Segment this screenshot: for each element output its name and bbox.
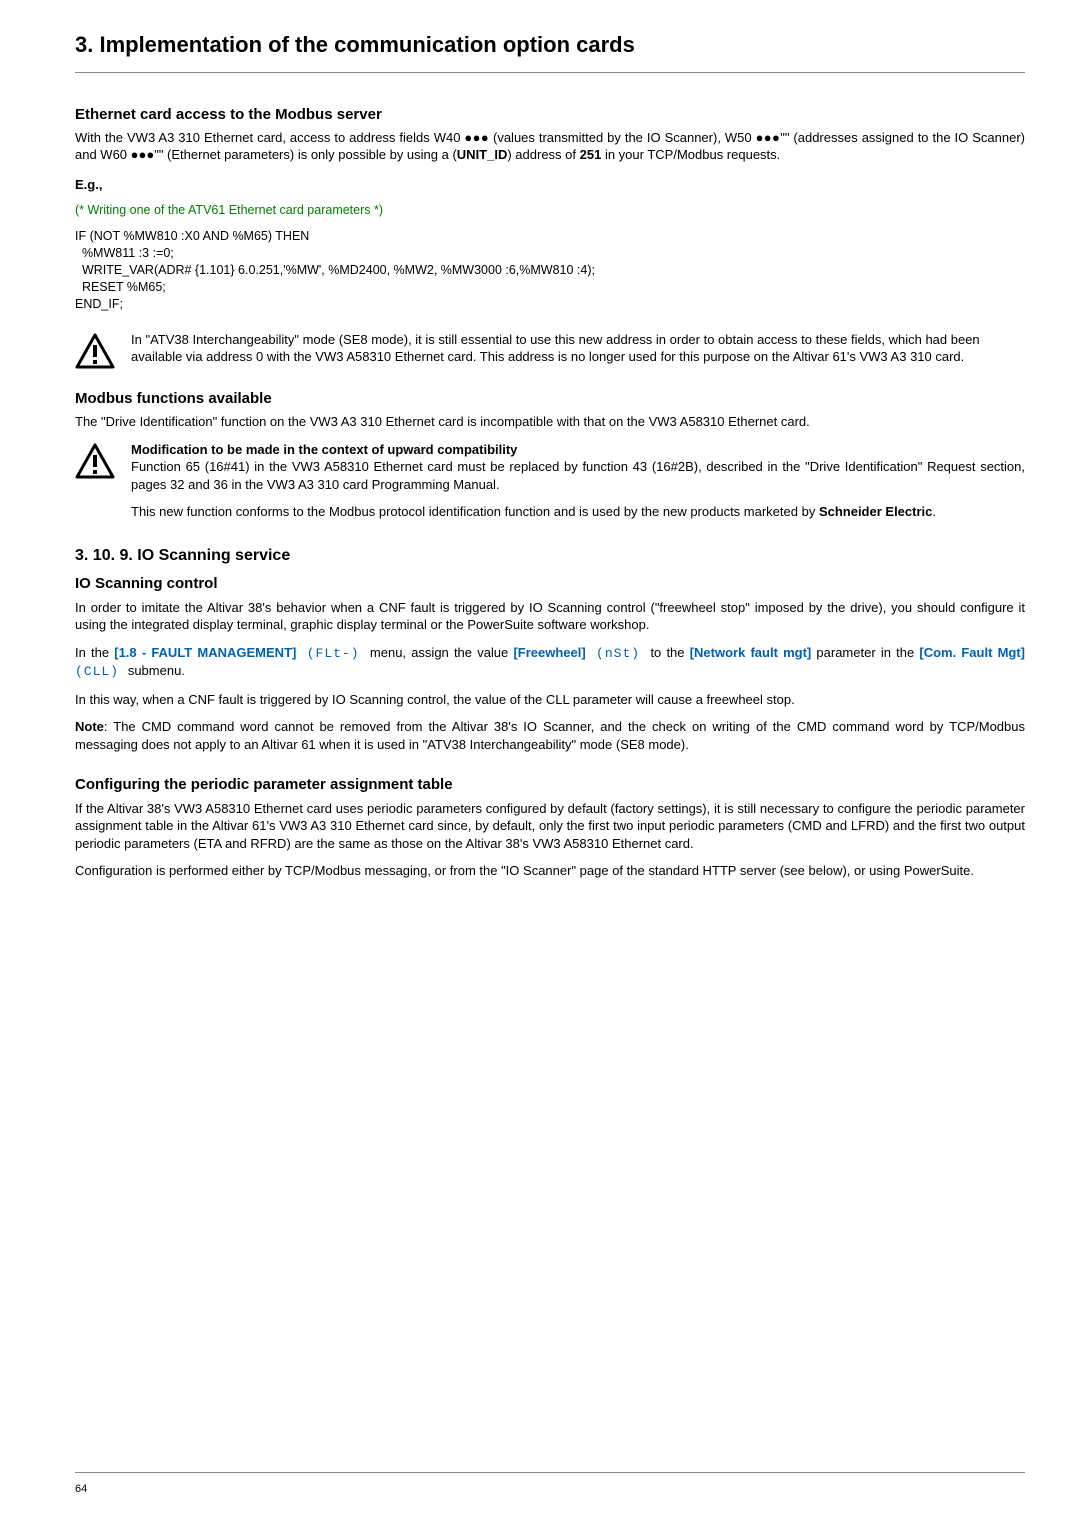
text-fragment: in your TCP/Modbus requests. [601,147,780,162]
code-block: IF (NOT %MW810 :X0 AND %M65) THEN %MW811… [75,228,1025,312]
warning-block-1: In "ATV38 Interchangeability" mode (SE8 … [75,331,1025,369]
text-fragment: ) [351,646,370,661]
brand-name: Schneider Electric [819,504,932,519]
menu-fault-management: [1.8 - FAULT MANAGEMENT] [114,645,296,660]
warning-block-2: Modification to be made in the context o… [75,441,1025,521]
page-number: 64 [75,1482,87,1497]
text-fragment: menu, assign the value [370,645,514,660]
heading-modbus-functions: Modbus functions available [75,389,1025,409]
text-fragment: ( [586,646,605,661]
menu-network-fault: [Network fault mgt] [690,645,812,660]
segment-code-flt: FLt- [316,646,351,661]
warning-subheading: Modification to be made in the context o… [131,442,517,457]
io-scan-note: Note: The CMD command word cannot be rem… [75,718,1025,753]
footer-divider [75,1472,1025,1473]
warning-icon [75,443,115,479]
text-fragment: submenu. [128,663,185,678]
warning-text-2: Modification to be made in the context o… [131,441,1025,521]
text-fragment: In the [75,645,114,660]
segment-code-nst: nSt [605,646,631,661]
ethernet-access-paragraph: With the VW3 A3 310 Ethernet card, acces… [75,129,1025,164]
heading-ethernet-access: Ethernet card access to the Modbus serve… [75,105,1025,125]
text-fragment: to the [650,645,689,660]
heading-io-scanning-control: IO Scanning control [75,574,1025,594]
text-fragment: ) address of [507,147,579,162]
text-fragment: : The CMD command word cannot be removed… [75,719,1025,752]
io-scan-paragraph-2: In the [1.8 - FAULT MANAGEMENT] (FLt-) m… [75,644,1025,681]
text-fragment: . [932,504,936,519]
modbus-paragraph: The "Drive Identification" function on t… [75,413,1025,431]
note-label: Note [75,719,104,734]
text-fragment: ) [631,646,650,661]
warning-icon [75,333,115,369]
title-divider [75,72,1025,73]
heading-io-scanning: 3. 10. 9. IO Scanning service [75,545,1025,567]
segment-code-cll: CLL [84,664,110,679]
unit-id-value: 251 [580,147,602,162]
menu-com-fault: [Com. Fault Mgt] [919,645,1025,660]
text-fragment: This new function conforms to the Modbus… [131,503,1025,521]
text-fragment: parameter in the [811,645,919,660]
heading-periodic-table: Configuring the periodic parameter assig… [75,775,1025,795]
text-fragment: ( [75,664,84,679]
io-scan-paragraph-1: In order to imitate the Altivar 38's beh… [75,599,1025,634]
code-comment: (* Writing one of the ATV61 Ethernet car… [75,202,1025,219]
text-fragment: This new function conforms to the Modbus… [131,504,819,519]
periodic-paragraph-2: Configuration is performed either by TCP… [75,862,1025,880]
text-fragment: ( [296,646,315,661]
example-label: E.g., [75,176,1025,194]
text-fragment: In "ATV38 Interchangeability" mode (SE8 … [131,332,980,365]
io-scan-paragraph-3: In this way, when a CNF fault is trigger… [75,691,1025,709]
warning-text-1: In "ATV38 Interchangeability" mode (SE8 … [131,331,1025,366]
periodic-paragraph-1: If the Altivar 38's VW3 A58310 Ethernet … [75,800,1025,853]
menu-freewheel: [Freewheel] [513,645,585,660]
unit-id-label: UNIT_ID [457,147,508,162]
text-fragment: ) [110,664,128,679]
page-title: 3. Implementation of the communication o… [75,30,1025,60]
text-fragment: Function 65 (16#41) in the VW3 A58310 Et… [131,458,1025,493]
